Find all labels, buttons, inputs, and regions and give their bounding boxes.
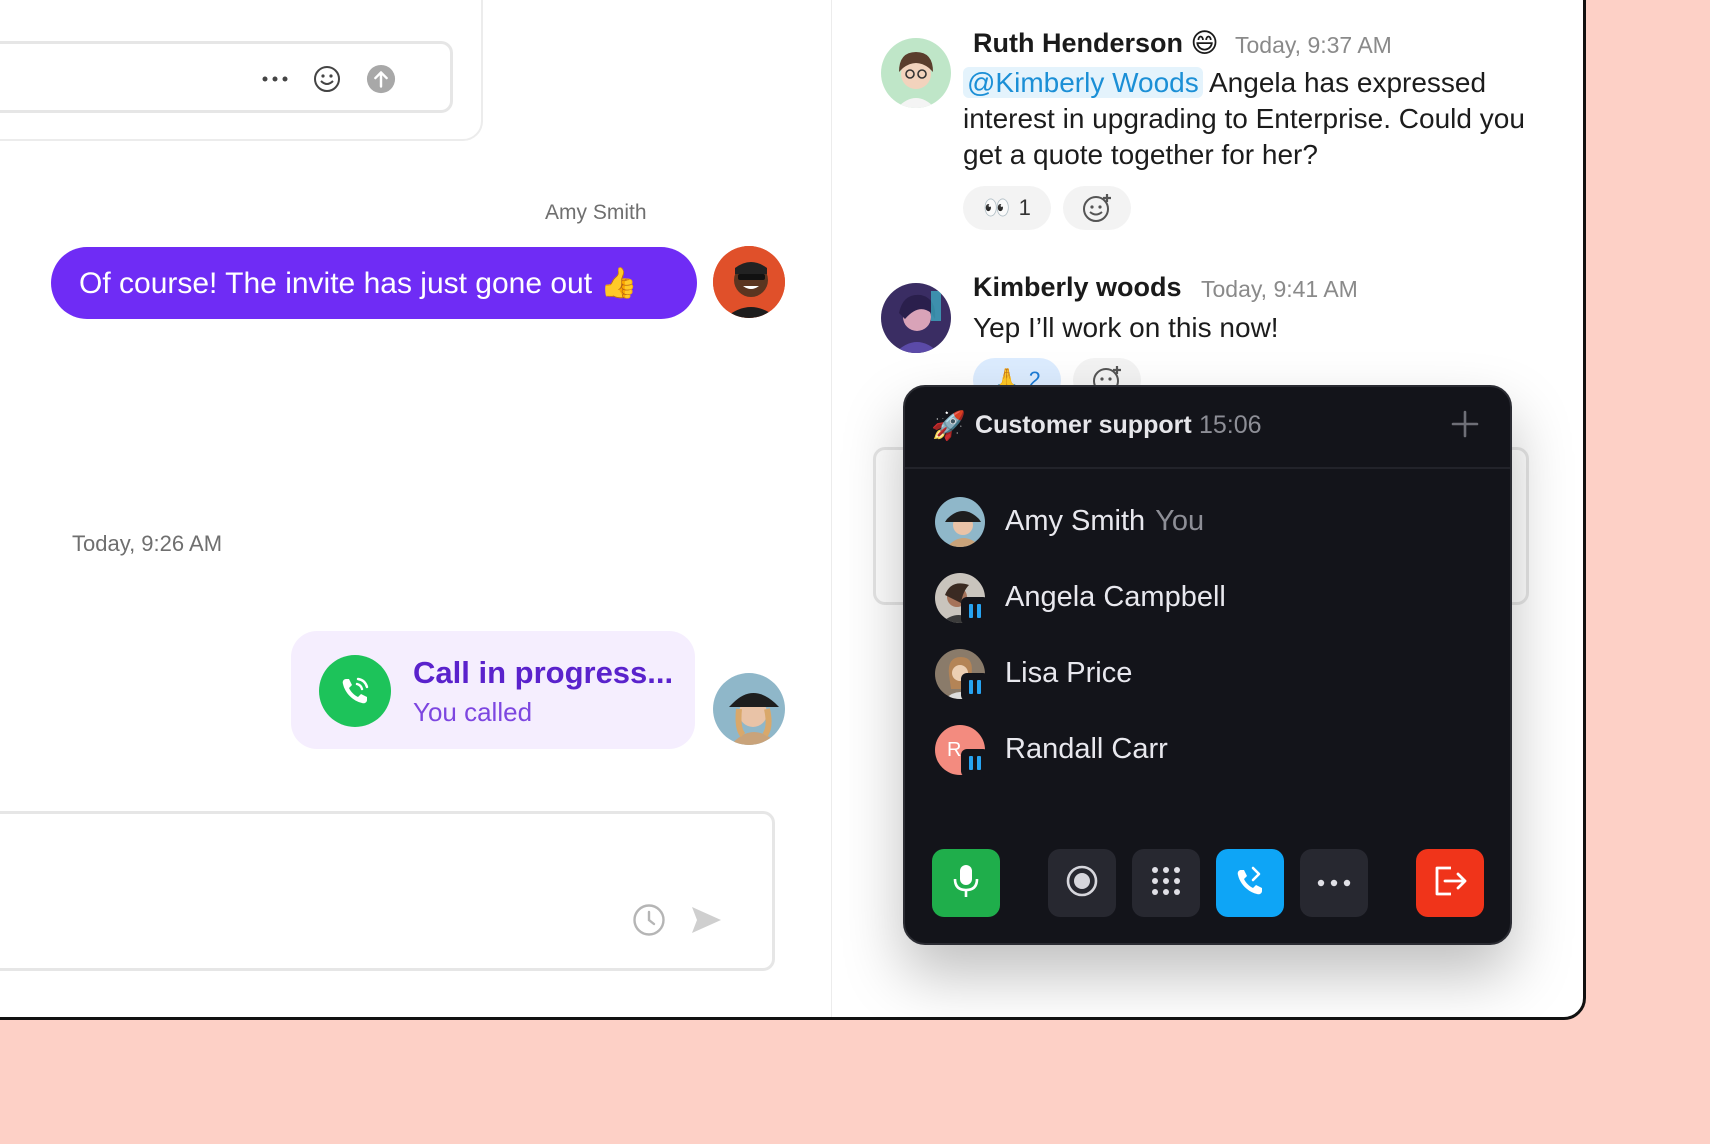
call-channel-name: Customer support [975, 411, 1192, 439]
more-button[interactable] [1300, 849, 1368, 917]
reaction-count: 1 [1018, 195, 1031, 220]
more-icon [1317, 874, 1351, 892]
avatar[interactable] [713, 246, 785, 318]
participant-name: Angela Campbell [1005, 581, 1226, 613]
message-author[interactable]: Kimberly woods [973, 272, 1182, 303]
avatar[interactable] [881, 283, 951, 353]
avatar[interactable] [881, 38, 951, 108]
you-tag: You [1155, 505, 1205, 537]
call-panel: 🚀 Customer support 15:06 Amy Smith You An… [903, 385, 1512, 945]
leave-call-icon [1431, 864, 1469, 903]
app-window: Amy Smith Of course! The invite has just… [0, 0, 1586, 1020]
participant-row[interactable]: R Randall Carr [935, 723, 1475, 779]
call-timer: 15:06 [1199, 411, 1262, 439]
emoji-picker-icon[interactable] [312, 64, 342, 94]
outgoing-message-bubble: Of course! The invite has just gone out … [51, 247, 697, 319]
reaction-pill[interactable]: 👀 1 [963, 186, 1051, 230]
participant-name: Lisa Price [1005, 657, 1133, 689]
participant-row[interactable]: Angela Campbell [935, 571, 1475, 627]
message-time: Today, 9:37 AM [1235, 32, 1392, 58]
transfer-call-icon [1233, 864, 1267, 903]
participant-name: Randall Carr [1005, 733, 1168, 765]
call-panel-header: 🚀 Customer support 15:06 [905, 387, 1510, 469]
user-mention[interactable]: @Kimberly Woods [963, 67, 1203, 98]
author-status-emoji: 😄 [1190, 28, 1219, 58]
avatar[interactable] [713, 673, 785, 745]
add-participant-icon[interactable] [1450, 409, 1480, 439]
message-composer[interactable] [0, 811, 775, 971]
avatar [935, 497, 985, 547]
eyes-emoji: 👀 [983, 195, 1011, 220]
call-in-progress-card[interactable]: Call in progress... You called [291, 631, 695, 749]
message-author[interactable]: Ruth Henderson 😄 [973, 28, 1219, 59]
call-status-title: Call in progress... [413, 655, 674, 690]
leave-call-button[interactable] [1416, 849, 1484, 917]
send-icon[interactable] [688, 902, 724, 938]
on-hold-icon [961, 673, 989, 701]
call-status-subtitle: You called [413, 697, 533, 727]
dialpad-icon [1150, 865, 1182, 902]
pane-divider [831, 0, 832, 1017]
on-hold-icon [961, 749, 989, 777]
participant-row[interactable]: Amy Smith You [935, 495, 1475, 551]
transfer-call-button[interactable] [1216, 849, 1284, 917]
mic-icon [950, 863, 982, 904]
add-reaction-icon[interactable] [1063, 186, 1131, 230]
outgoing-sender-name: Amy Smith [545, 201, 647, 224]
record-button[interactable] [1048, 849, 1116, 917]
message-body: @Kimberly Woods Angela has expressed int… [963, 67, 1525, 170]
on-hold-icon [961, 597, 989, 625]
participant-name: Amy Smith You [1005, 505, 1205, 537]
mic-button[interactable] [932, 849, 1000, 917]
thread-reply-composer[interactable] [0, 41, 453, 113]
participant-row[interactable]: Lisa Price [935, 647, 1475, 703]
schedule-clock-icon[interactable] [631, 902, 667, 938]
record-icon [1065, 864, 1099, 903]
send-arrow-icon[interactable] [366, 64, 396, 94]
more-options-icon[interactable] [260, 64, 290, 94]
message-time: Today, 9:41 AM [1201, 276, 1358, 302]
phone-ringing-icon [319, 655, 391, 727]
rocket-icon: 🚀 [931, 410, 966, 441]
dialpad-button[interactable] [1132, 849, 1200, 917]
message-body: Yep I’ll work on this now! [973, 312, 1279, 343]
message-timestamp: Today, 9:26 AM [72, 531, 223, 556]
